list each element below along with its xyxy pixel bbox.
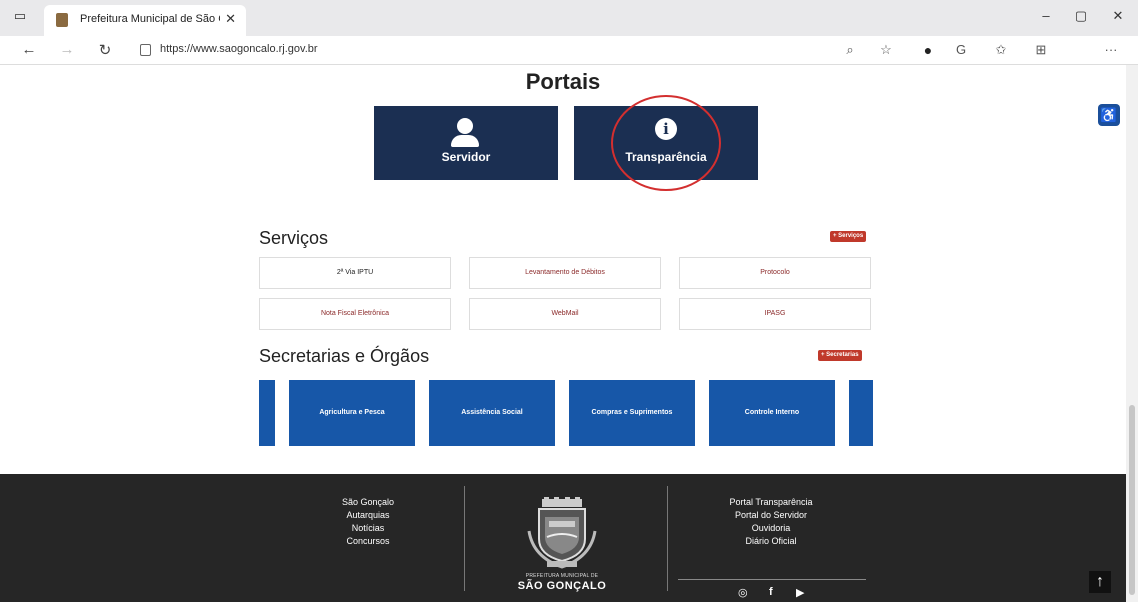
refresh-icon[interactable]: ↻ bbox=[96, 41, 114, 59]
facebook-icon[interactable]: f bbox=[769, 586, 773, 598]
url-field[interactable]: https://www.saogoncalo.rj.gov.br bbox=[160, 43, 318, 55]
servico-item[interactable]: Levantamento de Débitos bbox=[469, 257, 661, 289]
person-icon bbox=[457, 118, 473, 134]
secretaria-card[interactable]: Assistência Social bbox=[429, 380, 555, 446]
instagram-icon[interactable]: ◎ bbox=[738, 586, 748, 599]
servico-item[interactable]: 2ª Via IPTU bbox=[259, 257, 451, 289]
servicos-title: Serviços bbox=[259, 228, 329, 248]
servicos-grid: 2ª Via IPTU Levantamento de Débitos Prot… bbox=[259, 257, 871, 332]
page-content: Portais Servidor i Transparência Serviço… bbox=[0, 65, 1126, 602]
footer-link[interactable]: Ouvidoria bbox=[696, 522, 846, 535]
tab-close-icon[interactable]: ✕ bbox=[225, 11, 236, 27]
sao-goncalo-crest-icon bbox=[527, 497, 597, 569]
carousel-prev-card[interactable] bbox=[259, 380, 275, 446]
mais-secretarias-link[interactable]: + Secretarias bbox=[818, 350, 862, 361]
footer-link[interactable]: Concursos bbox=[318, 535, 418, 548]
page-scrollbar[interactable] bbox=[1126, 65, 1138, 602]
youtube-icon[interactable]: ▶ bbox=[796, 586, 804, 599]
secretaria-card[interactable]: Agricultura e Pesca bbox=[289, 380, 415, 446]
portal-servidor-button[interactable]: Servidor bbox=[374, 106, 558, 180]
footer-links-right: Portal Transparência Portal do Servidor … bbox=[696, 496, 846, 548]
lock-icon[interactable] bbox=[140, 44, 151, 56]
footer-rule bbox=[678, 579, 866, 580]
footer-divider bbox=[464, 486, 465, 591]
secretaria-card[interactable]: Compras e Suprimentos bbox=[569, 380, 695, 446]
close-window-button[interactable]: ✕ bbox=[1110, 8, 1126, 24]
tab-title: Prefeitura Municipal de São Gon bbox=[80, 13, 220, 25]
footer-links-left: São Gonçalo Autarquias Notícias Concurso… bbox=[318, 496, 418, 548]
site-favicon-icon bbox=[56, 13, 68, 27]
brand-name: SÃO GONÇALO bbox=[517, 580, 607, 592]
person-icon-body bbox=[451, 135, 479, 147]
site-footer: São Gonçalo Autarquias Notícias Concurso… bbox=[0, 474, 1126, 602]
accessibility-icon[interactable]: ♿ bbox=[1098, 104, 1120, 126]
carousel-next-card[interactable] bbox=[849, 380, 873, 446]
footer-link[interactable]: Diário Oficial bbox=[696, 535, 846, 548]
back-to-top-icon[interactable]: ↑ bbox=[1089, 571, 1111, 593]
footer-link[interactable]: Notícias bbox=[318, 522, 418, 535]
secretaria-card[interactable]: Controle Interno bbox=[709, 380, 835, 446]
portais-title: Portais bbox=[525, 69, 601, 94]
edge-icon[interactable]: G bbox=[953, 42, 969, 57]
minimize-button[interactable]: – bbox=[1038, 8, 1054, 24]
mais-servicos-link[interactable]: + Serviços bbox=[830, 231, 867, 242]
servico-item[interactable]: Nota Fiscal Eletrônica bbox=[259, 298, 451, 330]
back-icon[interactable]: ← bbox=[20, 41, 38, 58]
footer-link[interactable]: Autarquias bbox=[318, 509, 418, 522]
address-bar: ← → ↻ https://www.saogoncalo.rj.gov.br ⌕… bbox=[0, 36, 1138, 65]
footer-link[interactable]: São Gonçalo bbox=[318, 496, 418, 509]
footer-divider bbox=[667, 486, 668, 591]
footer-link[interactable]: Portal do Servidor bbox=[696, 509, 846, 522]
servico-item[interactable]: Protocolo bbox=[679, 257, 871, 289]
forward-icon[interactable]: → bbox=[58, 41, 76, 58]
read-aloud-icon[interactable]: ☆ bbox=[878, 42, 894, 58]
servico-item[interactable]: IPASG bbox=[679, 298, 871, 330]
favorites-icon[interactable]: ✩ bbox=[993, 42, 1009, 58]
extension-icon[interactable]: ● bbox=[920, 42, 936, 58]
highlight-ellipse bbox=[611, 95, 721, 191]
browser-tab[interactable]: Prefeitura Municipal de São Gon ✕ bbox=[44, 5, 246, 36]
more-icon[interactable]: ··· bbox=[1103, 42, 1119, 57]
footer-link[interactable]: Portal Transparência bbox=[696, 496, 846, 509]
browser-titlebar: ▭ Prefeitura Municipal de São Gon ✕ – ▢ … bbox=[0, 0, 1138, 36]
zoom-icon[interactable]: ⌕ bbox=[842, 42, 858, 58]
secretarias-carousel: Agricultura e Pesca Assistência Social C… bbox=[259, 380, 873, 446]
secretarias-title: Secretarias e Órgãos bbox=[259, 346, 430, 366]
scrollbar-thumb[interactable] bbox=[1129, 405, 1135, 595]
brand-subtitle: PREFEITURA MUNICIPAL DE bbox=[525, 573, 599, 579]
servico-item[interactable]: WebMail bbox=[469, 298, 661, 330]
collections-icon[interactable]: ⊞ bbox=[1033, 42, 1049, 58]
portal-label: Servidor bbox=[441, 150, 491, 164]
tab-actions-icon[interactable]: ▭ bbox=[12, 8, 28, 24]
maximize-button[interactable]: ▢ bbox=[1073, 8, 1089, 24]
